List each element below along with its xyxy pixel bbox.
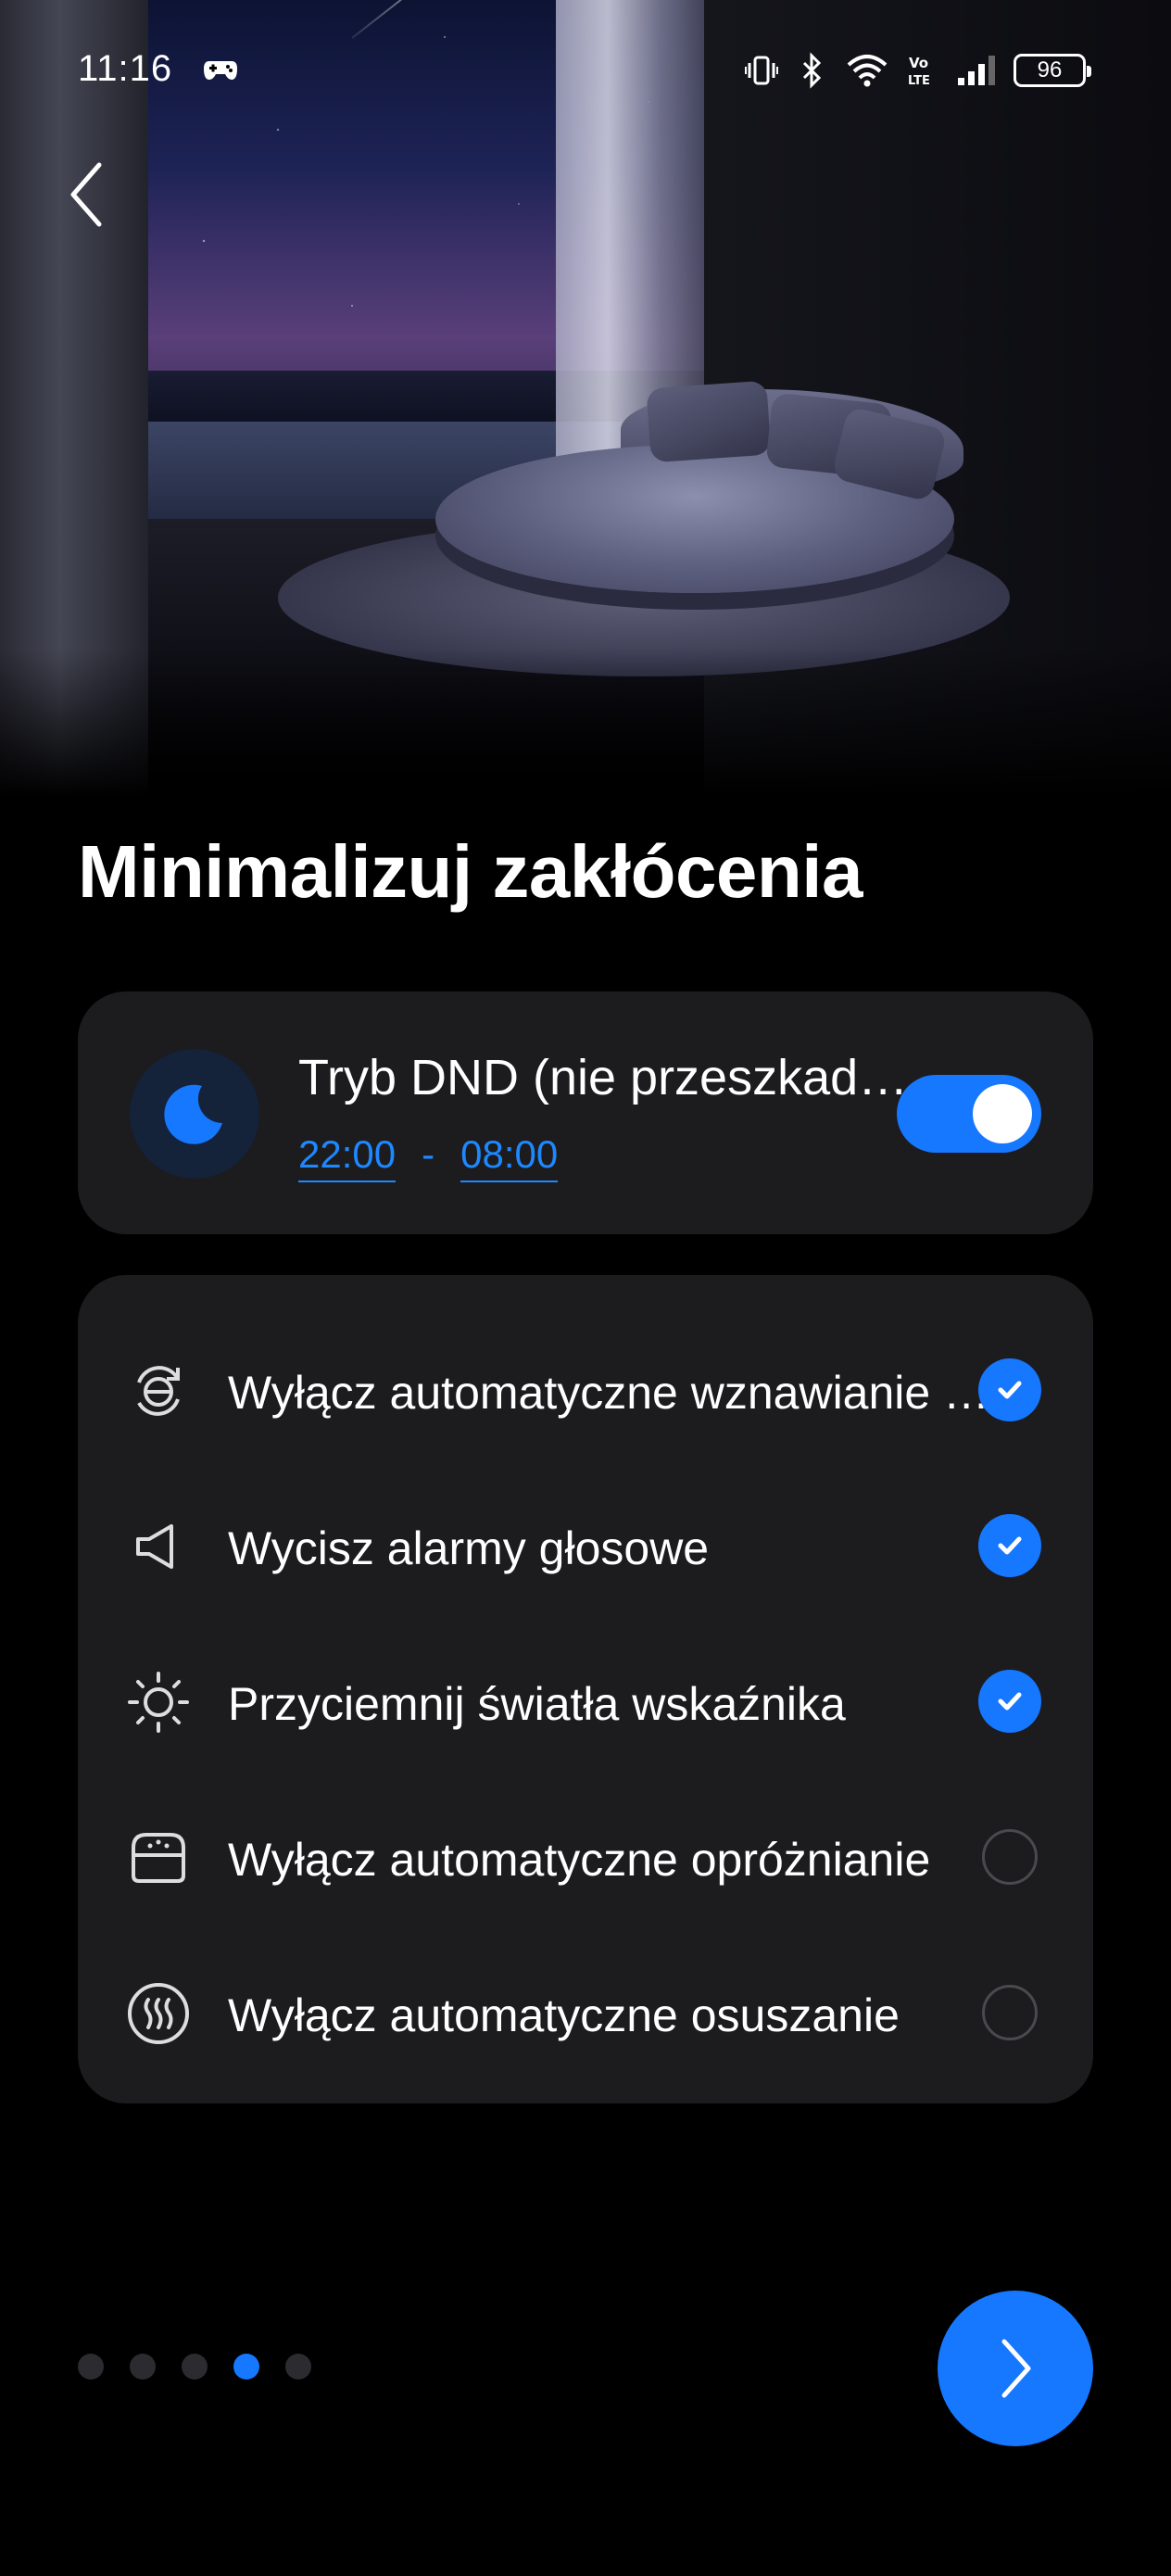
option-label: Wyłącz automatyczne opróżnianie [228, 1834, 931, 1886]
volte-icon: Vo LTE [908, 55, 930, 88]
page-dot [130, 2354, 156, 2380]
battery-level: 96 [1037, 57, 1063, 82]
back-button[interactable] [54, 158, 119, 232]
option-row-indicator-lights[interactable]: Przyciemnij światła wskaźnika [78, 1623, 1093, 1779]
option-checkbox-checked[interactable] [978, 1358, 1041, 1421]
page-dot [78, 2354, 104, 2380]
check-icon [998, 1692, 1022, 1711]
option-checkbox-unchecked[interactable] [982, 1985, 1038, 2040]
check-icon [998, 1536, 1022, 1555]
option-checkbox-checked[interactable] [978, 1514, 1041, 1577]
battery-icon: 96 [1014, 54, 1091, 87]
options-card: Wyłącz automatyczne wznawianie czyszczen… [78, 1275, 1093, 2103]
page-title: Minimalizuj zakłócenia [78, 830, 863, 913]
dnd-time-separator: - [422, 1132, 435, 1176]
chevron-right-icon [1001, 2339, 1031, 2398]
dnd-start-time[interactable]: 22:00 [298, 1132, 397, 1182]
chevron-left-icon [70, 162, 102, 227]
option-checkbox-checked[interactable] [978, 1670, 1041, 1733]
next-button[interactable] [938, 2291, 1093, 2446]
option-row-auto-empty[interactable]: Wyłącz automatyczne opróżnianie [78, 1779, 1093, 1935]
status-time: 11:16 [78, 48, 173, 89]
dustbin-icon [124, 1824, 193, 1892]
bluetooth-icon [802, 52, 822, 89]
vibrate-icon [745, 56, 778, 85]
page-indicator [78, 2354, 311, 2380]
page-dot [285, 2354, 311, 2380]
auto-resume-icon [124, 1357, 193, 1425]
page-dot-active [233, 2354, 259, 2380]
option-row-auto-resume[interactable]: Wyłącz automatyczne wznawianie czyszczen… [78, 1312, 1093, 1468]
option-row-auto-dry[interactable]: Wyłącz automatyczne osuszanie [78, 1935, 1093, 2090]
option-checkbox-unchecked[interactable] [982, 1829, 1038, 1885]
svg-text:Vo: Vo [909, 55, 928, 71]
option-label: Wyłącz automatyczne wznawianie czyszczen… [228, 1367, 997, 1419]
sun-icon [124, 1668, 193, 1736]
game-controller-icon [204, 61, 237, 80]
status-bar: 11:16 Vo LTE 96 [0, 0, 1171, 139]
page-dot [182, 2354, 208, 2380]
dnd-icon-container [130, 1049, 259, 1179]
wifi-icon [847, 55, 888, 87]
option-label: Wyłącz automatyczne osuszanie [228, 1989, 900, 2041]
dnd-card: Tryb DND (nie przeszkadzać) 22:00 - 08:0… [78, 991, 1093, 1234]
check-icon [998, 1381, 1022, 1399]
option-label: Wycisz alarmy głosowe [228, 1522, 710, 1574]
option-row-voice-alarms[interactable]: Wycisz alarmy głosowe [78, 1468, 1093, 1623]
signal-icon [958, 56, 995, 85]
toggle-knob [973, 1084, 1032, 1143]
dnd-toggle[interactable] [897, 1075, 1041, 1153]
option-label: Przyciemnij światła wskaźnika [228, 1678, 846, 1730]
dnd-title: Tryb DND (nie przeszkadzać) [298, 1050, 910, 1105]
dnd-schedule: 22:00 - 08:00 [298, 1132, 559, 1182]
heat-dry-icon [124, 1979, 193, 2048]
dnd-end-time[interactable]: 08:00 [460, 1132, 559, 1182]
moon-icon [164, 1084, 222, 1144]
speaker-icon [124, 1512, 193, 1581]
svg-text:LTE: LTE [908, 74, 930, 88]
